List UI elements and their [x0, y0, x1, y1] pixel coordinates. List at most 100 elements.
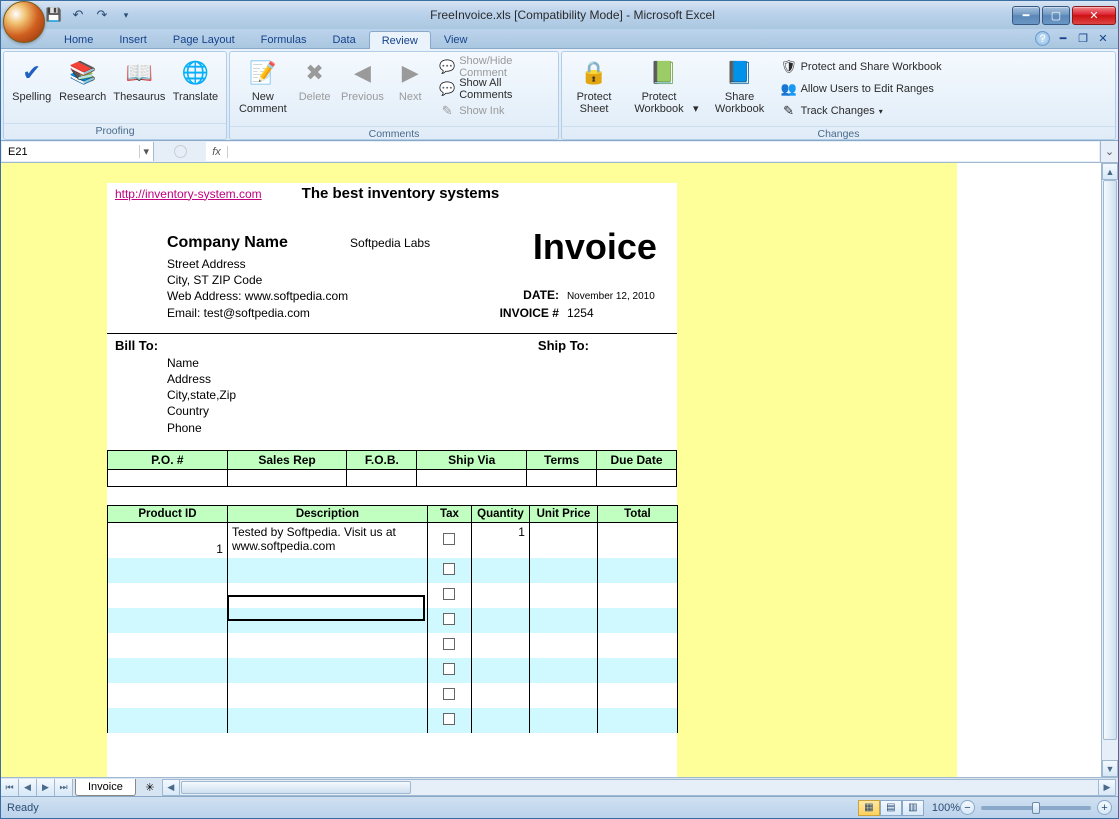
- doc-restore-button[interactable]: ❐: [1076, 32, 1090, 46]
- sheet-nav-next-icon[interactable]: ▶: [37, 779, 55, 796]
- sheet-tab-invoice[interactable]: Invoice: [75, 779, 136, 796]
- invoice-title: Invoice: [533, 226, 657, 268]
- page-blank-right: [957, 163, 1101, 777]
- redo-icon[interactable]: ↷: [93, 6, 111, 24]
- th-fob: F.O.B.: [347, 450, 417, 469]
- checkbox-icon[interactable]: [443, 588, 455, 600]
- table-row[interactable]: [107, 558, 677, 583]
- save-icon[interactable]: 💾: [45, 6, 63, 24]
- insert-sheet-icon[interactable]: ✳: [140, 779, 160, 795]
- undo-icon[interactable]: ↶: [69, 6, 87, 24]
- scroll-up-icon[interactable]: ▲: [1102, 163, 1118, 180]
- translate-button[interactable]: 🌐Translate: [171, 55, 220, 105]
- cell-description[interactable]: Tested by Softpedia. Visit us at www.sof…: [227, 522, 427, 558]
- checkbox-icon[interactable]: [443, 638, 455, 650]
- cell-total[interactable]: [597, 522, 677, 558]
- protect-share-workbook-button[interactable]: 🛡Protect and Share Workbook: [781, 57, 942, 77]
- tab-page-layout[interactable]: Page Layout: [160, 30, 248, 48]
- cell-quantity[interactable]: 1: [471, 522, 529, 558]
- tab-data[interactable]: Data: [319, 30, 368, 48]
- minimize-button[interactable]: ━: [1012, 6, 1040, 25]
- formula-input[interactable]: [228, 146, 1099, 158]
- zoom-in-button[interactable]: +: [1097, 800, 1112, 815]
- formula-expand-icon[interactable]: ⌄: [1100, 141, 1118, 162]
- quick-access-toolbar: 💾 ↶ ↷ ▾: [45, 1, 135, 29]
- track-changes-button[interactable]: ✎Track Changes ▾: [781, 101, 942, 121]
- protect-sheet-icon: 🔒: [578, 57, 610, 89]
- protect-workbook-button[interactable]: 📗Protect Workbook ▾: [624, 55, 703, 117]
- ribbon-group-label: Changes: [562, 126, 1115, 142]
- tab-home[interactable]: Home: [51, 30, 106, 48]
- thesaurus-button[interactable]: 📖Thesaurus: [112, 55, 167, 105]
- checkbox-icon[interactable]: [443, 713, 455, 725]
- zoom-out-button[interactable]: −: [960, 800, 975, 815]
- cell-tax[interactable]: [427, 522, 471, 558]
- vertical-scrollbar[interactable]: ▲ ▼: [1101, 163, 1118, 777]
- sheet-nav-first-icon[interactable]: ⏮: [1, 779, 19, 796]
- hscroll-thumb[interactable]: [181, 781, 411, 794]
- checkbox-icon[interactable]: [443, 663, 455, 675]
- spelling-button[interactable]: ✔Spelling: [10, 55, 53, 105]
- cell-productid[interactable]: 1: [107, 522, 227, 558]
- view-page-layout-icon[interactable]: ▤: [880, 800, 902, 816]
- view-normal-icon[interactable]: ▦: [858, 800, 880, 816]
- status-bar: Ready ▦ ▤ ▥ 100% − +: [1, 796, 1118, 818]
- protect-share-icon: 🛡: [781, 59, 797, 75]
- fx-button[interactable]: fx: [206, 146, 228, 158]
- checkbox-icon[interactable]: [443, 533, 455, 545]
- doc-minimize-button[interactable]: ━: [1056, 32, 1070, 46]
- zoom-thumb[interactable]: [1032, 802, 1040, 814]
- cell-unitprice[interactable]: [529, 522, 597, 558]
- scroll-left-icon[interactable]: ◀: [163, 780, 180, 795]
- name-box[interactable]: ▾: [2, 142, 154, 161]
- table-row[interactable]: [107, 469, 676, 486]
- tab-review[interactable]: Review: [369, 31, 431, 49]
- next-comment-button: ▶Next: [389, 55, 431, 105]
- tab-insert[interactable]: Insert: [106, 30, 160, 48]
- tab-formulas[interactable]: Formulas: [248, 30, 320, 48]
- scroll-down-icon[interactable]: ▼: [1102, 760, 1118, 777]
- zoom-slider[interactable]: [981, 806, 1091, 810]
- name-box-input[interactable]: [2, 146, 139, 158]
- sheet-nav-last-icon[interactable]: ⏭: [55, 779, 73, 796]
- thesaurus-icon: 📖: [123, 57, 155, 89]
- inventory-system-link[interactable]: http://inventory-system.com: [115, 187, 262, 201]
- scroll-track[interactable]: [1102, 180, 1118, 760]
- checkbox-icon[interactable]: [443, 688, 455, 700]
- research-button[interactable]: 📚Research: [57, 55, 108, 105]
- zoom-controls: − +: [960, 800, 1112, 815]
- help-icon[interactable]: ?: [1035, 31, 1050, 46]
- horizontal-scrollbar[interactable]: ◀ ▶: [162, 779, 1116, 796]
- allow-users-edit-button[interactable]: 👥Allow Users to Edit Ranges: [781, 79, 942, 99]
- name-box-dropdown-icon[interactable]: ▾: [139, 145, 153, 158]
- tab-view[interactable]: View: [431, 30, 481, 48]
- new-comment-button[interactable]: 📝New Comment: [236, 55, 290, 117]
- table-row[interactable]: [107, 608, 677, 633]
- checkbox-icon[interactable]: [443, 613, 455, 625]
- table-row[interactable]: [107, 708, 677, 733]
- bill-to-lines: Name Address City,state,Zip Country Phon…: [107, 353, 677, 442]
- scroll-thumb[interactable]: [1103, 180, 1117, 740]
- table-row[interactable]: 1 Tested by Softpedia. Visit us at www.s…: [107, 522, 677, 558]
- sheet-nav-prev-icon[interactable]: ◀: [19, 779, 37, 796]
- table-row[interactable]: [107, 583, 677, 608]
- close-button[interactable]: ✕: [1072, 6, 1116, 25]
- worksheet-area: http://inventory-system.com The best inv…: [1, 163, 1118, 777]
- zoom-percent[interactable]: 100%: [932, 802, 960, 814]
- view-page-break-icon[interactable]: ▥: [902, 800, 924, 816]
- maximize-button[interactable]: ▢: [1042, 6, 1070, 25]
- table-row[interactable]: [107, 633, 677, 658]
- doc-close-button[interactable]: ✕: [1096, 32, 1110, 46]
- office-button[interactable]: [3, 1, 45, 43]
- qat-customize-icon[interactable]: ▾: [117, 6, 135, 24]
- scroll-right-icon[interactable]: ▶: [1098, 780, 1115, 795]
- share-workbook-button[interactable]: 📘Share Workbook: [707, 55, 773, 117]
- table-row[interactable]: [107, 658, 677, 683]
- show-all-comments-button[interactable]: 💬Show All Comments: [439, 79, 548, 99]
- ribbon-group-comments: 📝New Comment ✖Delete ◀Previous ▶Next 💬Sh…: [229, 51, 559, 140]
- protect-sheet-button[interactable]: 🔒Protect Sheet: [568, 55, 620, 117]
- table-row[interactable]: [107, 683, 677, 708]
- checkbox-icon[interactable]: [443, 563, 455, 575]
- th-quantity: Quantity: [471, 505, 529, 522]
- worksheet[interactable]: http://inventory-system.com The best inv…: [1, 163, 1101, 777]
